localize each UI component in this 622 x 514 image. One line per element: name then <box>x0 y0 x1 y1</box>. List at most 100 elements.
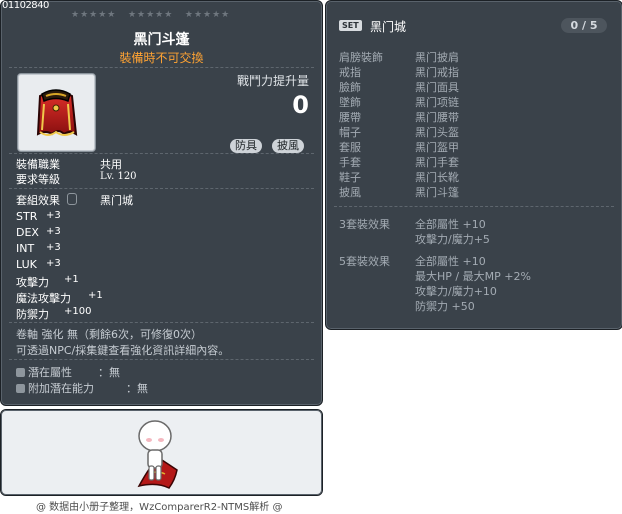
level-value: Lv. 120 <box>100 171 137 182</box>
divider <box>9 188 314 189</box>
job-row: 裝備職業 共用 <box>16 156 122 172</box>
set-part-slot: 帽子 <box>339 126 361 139</box>
set-part-slot: 腰帶 <box>339 111 361 124</box>
bonus-potential-value: ：無 <box>126 382 148 395</box>
star-row: ★★★★★ <box>184 10 231 20</box>
stat-value: +3 <box>46 258 61 269</box>
set-count: 0 / 5 <box>561 18 607 33</box>
stat-row: DEX +3 <box>16 226 61 239</box>
stat-value: +3 <box>46 242 61 253</box>
set-part-name: 黑门腰带 <box>415 111 459 124</box>
potential-row: 潛在屬性 ：無 <box>16 364 120 380</box>
stat-row: LUK +3 <box>16 258 61 271</box>
tag-cape: 披風 <box>272 139 304 153</box>
set-info-panel: SET 黑门城 0 / 5 肩膀裝飾 黑门披肩 戒指 黑门戒指 臉飾 黑门面具 墜飾黑… <box>325 0 622 330</box>
set-name: 黑门城 <box>370 20 407 34</box>
stat-name: LUK <box>16 258 37 271</box>
set-part-slot: 手套 <box>339 156 361 169</box>
set-effect-label: 套組效果 <box>16 194 60 207</box>
potential-icon <box>16 368 25 377</box>
stat-value: +1 <box>64 274 79 285</box>
set-part-slot: 套服 <box>339 141 361 154</box>
set-part-row: 套服 黑门盔甲 <box>339 139 459 155</box>
stat-value: +3 <box>46 226 61 237</box>
stat-value: +3 <box>46 210 61 221</box>
set-part-name: 黑门手套 <box>415 156 459 169</box>
set-part-name: 黑门盔甲 <box>415 141 459 154</box>
set-part-name: 黑门项链 <box>415 96 459 109</box>
star-row: ★★★★★ <box>127 10 174 20</box>
set-part-row: 鞋子 黑门长靴 <box>339 169 459 185</box>
stat-value: +1 <box>88 290 103 301</box>
set-effect-3-line: 攻擊力/魔力+5 <box>415 233 490 246</box>
star-force-rows: ★★★★★ ★★★★★ ★★★★★ <box>71 10 230 20</box>
cape-icon <box>36 89 78 137</box>
set-effect-5-line: 全部屬性 +10 <box>415 255 486 268</box>
bonus-potential-row: 附加潛在能力 ：無 <box>16 380 148 396</box>
set-part-slot: 肩膀裝飾 <box>339 51 383 64</box>
combat-power-label: 戰鬥力提升量 <box>236 74 309 88</box>
divider <box>334 206 614 207</box>
tag-armor: 防具 <box>230 139 262 153</box>
level-label: 要求等級 <box>16 173 60 186</box>
potential-label: 潛在屬性 <box>28 366 72 379</box>
item-name: 黑门斗篷 <box>133 32 190 48</box>
character-preview-panel <box>0 409 323 496</box>
set-part-slot: 墜飾 <box>339 96 361 109</box>
divider <box>9 67 314 68</box>
item-tooltip: ★★★★★ ★★★★★ ★★★★★ 黑门斗篷 裝備時不可交換 戰鬥力提升量 0 … <box>0 0 323 406</box>
set-part-row: 戒指 黑门戒指 <box>339 64 459 80</box>
level-row: 要求等級 Lv. 120 <box>16 171 137 187</box>
stat-name: INT <box>16 242 35 255</box>
stat-row: 防禦力 +100 <box>16 306 91 322</box>
set-part-name: 黑门长靴 <box>415 171 459 184</box>
job-value: 共用 <box>100 158 122 171</box>
combat-power-value: 0 <box>292 91 309 119</box>
divider <box>9 359 314 360</box>
bonus-potential-icon <box>16 384 25 393</box>
stat-name: DEX <box>16 226 39 239</box>
set-effect-5-line: 防禦力 +50 <box>415 300 475 313</box>
set-part-name: 黑门面具 <box>415 81 459 94</box>
set-badge: SET <box>339 20 362 31</box>
set-part-slot: 鞋子 <box>339 171 361 184</box>
set-effect-3-line: 全部屬性 +10 <box>415 218 486 231</box>
set-part-row: 墜飾 黑门项链 <box>339 94 459 110</box>
stat-name: STR <box>16 210 38 223</box>
stat-row: STR +3 <box>16 210 61 223</box>
set-part-name: 黑门戒指 <box>415 66 459 79</box>
set-part-name: 黑门斗篷 <box>415 186 459 199</box>
star-row: ★★★★★ <box>71 10 117 20</box>
set-part-slot: 披風 <box>339 186 361 199</box>
job-label: 裝備職業 <box>16 158 60 171</box>
stat-name: 魔法攻擊力 <box>16 292 71 305</box>
divider <box>9 153 314 154</box>
set-part-row: 披風 黑门斗篷 <box>339 184 459 200</box>
set-part-name: 黑门披肩 <box>415 51 459 64</box>
set-part-name: 黑门头盔 <box>415 126 459 139</box>
trade-note: 裝備時不可交換 <box>119 51 204 65</box>
set-part-row: 肩膀裝飾 黑门披肩 <box>339 49 459 65</box>
scroll-info: 卷軸 強化 無（剩餘6次，可修復0次） <box>16 328 202 341</box>
set-effect-5-line: 最大HP / 最大MP +2% <box>415 270 531 283</box>
set-part-row: 帽子 黑门头盔 <box>339 124 459 140</box>
set-part-row: 腰帶 黑门腰带 <box>339 109 459 125</box>
set-part-slot: 臉飾 <box>339 81 361 94</box>
set-effect-3-label: 3套裝效果 <box>339 218 390 231</box>
set-effect-5-label: 5套裝效果 <box>339 255 390 268</box>
stat-row: 魔法攻擊力 +1 <box>16 290 103 306</box>
set-effect-row: 套組效果 黑门城 <box>16 192 133 208</box>
character-preview-icon <box>137 420 178 489</box>
set-effect-5-row: 5套裝效果 全部屬性 +10 <box>339 253 486 269</box>
set-part-row: 手套 黑门手套 <box>339 154 459 170</box>
set-effect-5-line: 攻擊力/魔力+10 <box>415 285 497 298</box>
footer-credit: @ 数据由小册子整理，WzComparerR2-NTMS解析 @ <box>36 502 283 513</box>
stat-name: 攻擊力 <box>16 276 49 289</box>
npc-info: 可透過NPC/採集鍵查看強化資訊詳細內容。 <box>16 344 230 357</box>
item-id: 01102840 <box>2 0 49 11</box>
potential-value: ：無 <box>98 366 120 379</box>
set-part-row: 臉飾 黑门面具 <box>339 79 459 95</box>
set-effect-value: 黑门城 <box>100 194 133 207</box>
divider <box>9 322 314 323</box>
stat-name: 防禦力 <box>16 308 49 321</box>
